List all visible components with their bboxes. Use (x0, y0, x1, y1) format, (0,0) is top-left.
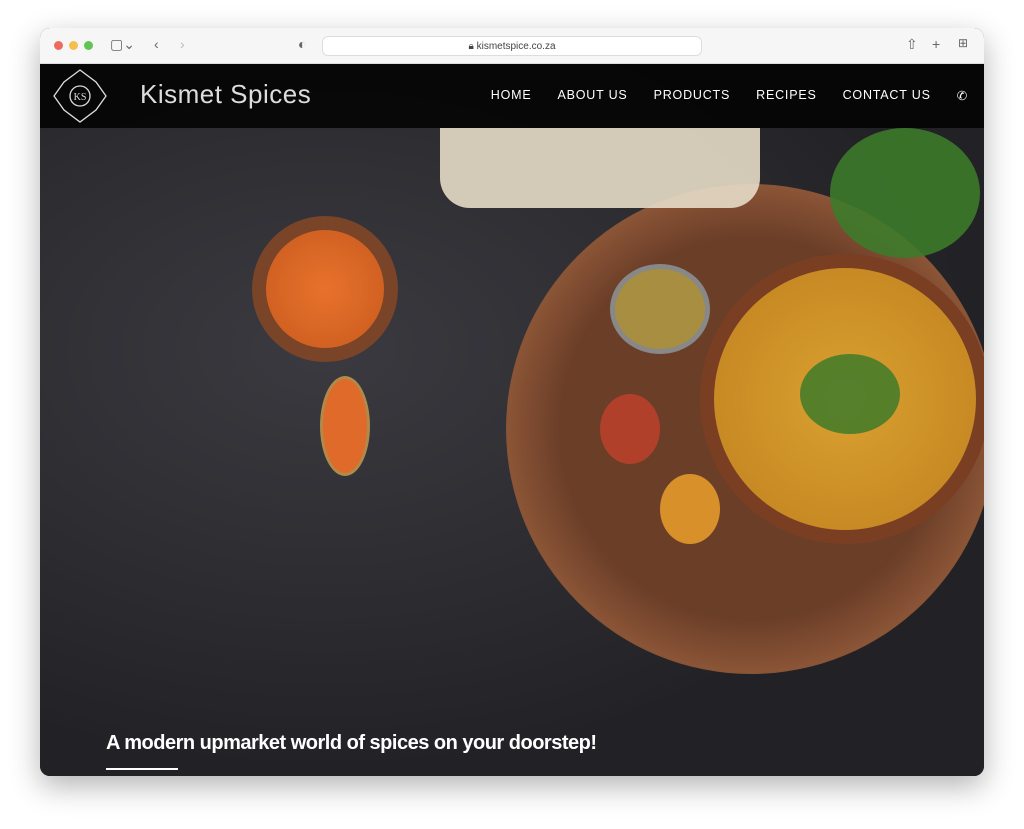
tab-overview-icon[interactable]: ⊞ (958, 36, 968, 50)
shield-icon[interactable]: ◐ (298, 36, 306, 52)
minimize-button[interactable] (69, 41, 78, 50)
brand-name[interactable]: Kismet Spices (140, 79, 311, 110)
url-text: kismetspice.co.za (476, 41, 556, 52)
logo[interactable]: KS (52, 68, 108, 124)
phone-icon[interactable]: ✆ (957, 88, 968, 103)
site-header: KS Kismet Spices HOME ABOUT US PRODUCTS … (40, 64, 984, 128)
nav-about-us[interactable]: ABOUT US (558, 88, 628, 103)
hero-tagline: A modern upmarket world of spices on you… (106, 732, 597, 754)
browser-window: ▢⌄ ‹ › ◐ 🔒︎ kismetspice.co.za ⇧ + ⊞ KS K… (40, 28, 984, 776)
lock-icon: 🔒︎ (468, 41, 477, 52)
browser-toolbar: ▢⌄ ‹ › ◐ 🔒︎ kismetspice.co.za ⇧ + ⊞ (40, 28, 984, 64)
tagline-underline (106, 768, 178, 770)
close-button[interactable] (54, 41, 63, 50)
sidebar-icon[interactable]: ▢⌄ (110, 36, 135, 53)
nav-products[interactable]: PRODUCTS (654, 88, 731, 103)
svg-text:KS: KS (74, 92, 87, 103)
back-icon[interactable]: ‹ (154, 36, 159, 52)
nav-recipes[interactable]: RECIPES (756, 88, 816, 103)
nav-contact-us[interactable]: CONTACT US (843, 88, 931, 103)
address-bar[interactable]: 🔒︎ kismetspice.co.za (322, 36, 702, 56)
forward-icon[interactable]: › (180, 36, 185, 52)
new-tab-icon[interactable]: + (932, 36, 940, 52)
maximize-button[interactable] (84, 41, 93, 50)
main-menu: HOME ABOUT US PRODUCTS RECIPES CONTACT U… (491, 88, 968, 103)
hero-section: KS Kismet Spices HOME ABOUT US PRODUCTS … (40, 64, 984, 776)
share-icon[interactable]: ⇧ (906, 36, 918, 53)
nav-home[interactable]: HOME (491, 88, 532, 103)
